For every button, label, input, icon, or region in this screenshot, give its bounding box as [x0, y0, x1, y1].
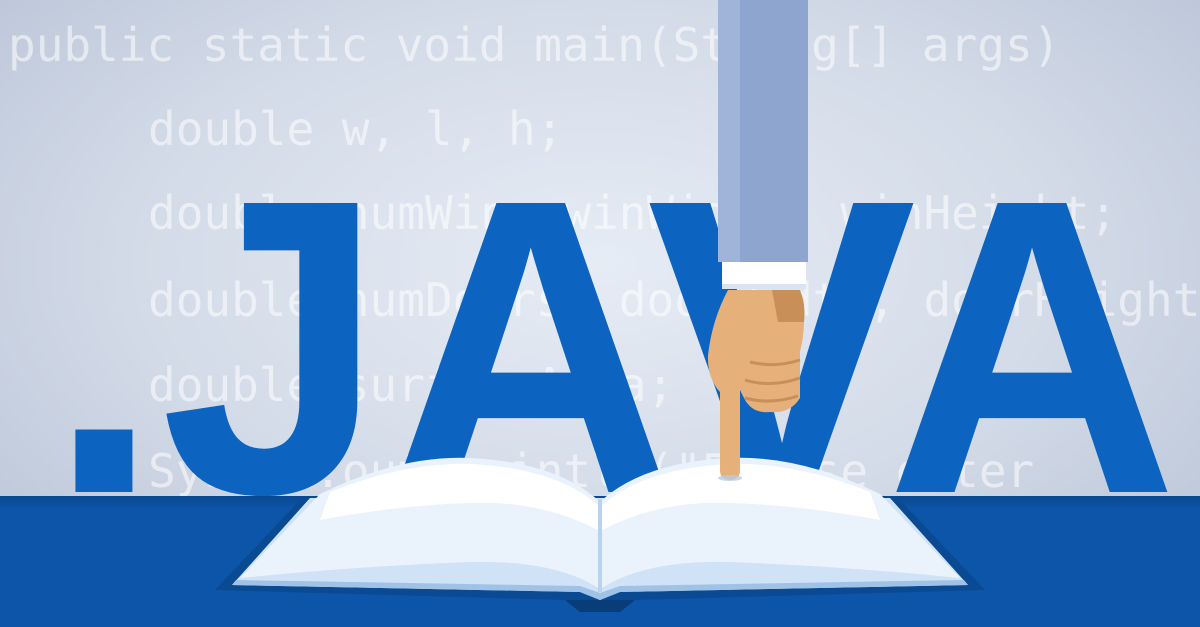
pointing-hand-illustration — [707, 0, 808, 481]
